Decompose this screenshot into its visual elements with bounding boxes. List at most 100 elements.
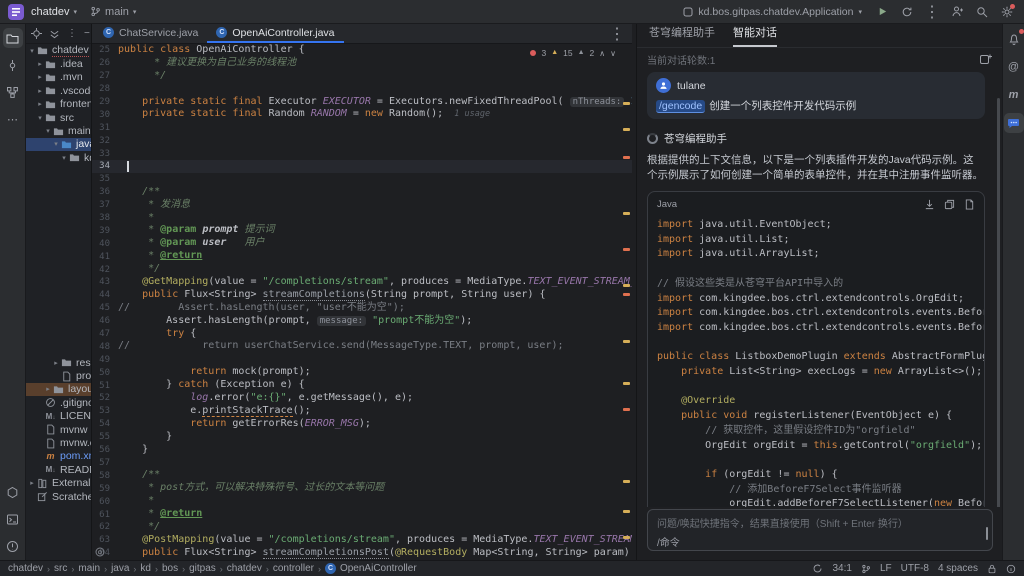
- editor-line-33[interactable]: 33: [92, 147, 632, 160]
- editor-line-41[interactable]: 41 * @return: [92, 250, 632, 263]
- chevron-right-icon[interactable]: ▸: [36, 60, 44, 68]
- error-stripe-mark[interactable]: [623, 340, 630, 343]
- editor-line-56[interactable]: 56 }: [92, 444, 632, 457]
- tree-item-scratches-and-consoles[interactable]: Scratches and Consoles: [26, 490, 91, 503]
- error-stripe-mark[interactable]: [623, 293, 630, 296]
- chat-area[interactable]: tulane /gencode创建一个列表控件开发代码示例 苍穹编程助手 根据提…: [637, 70, 1003, 507]
- collapse-all-icon[interactable]: [49, 28, 60, 39]
- error-stripe-mark[interactable]: [623, 408, 630, 411]
- breadcrumb-item[interactable]: kd: [140, 563, 151, 574]
- line-number[interactable]: 39: [92, 226, 118, 236]
- tree-item-readme-md[interactable]: M↓README.md: [26, 463, 91, 476]
- error-stripe-mark[interactable]: [623, 128, 630, 131]
- editor-line-57[interactable]: 57: [92, 457, 632, 470]
- error-stripe-mark[interactable]: [623, 382, 630, 385]
- breadcrumb-item[interactable]: OpenAiController: [340, 563, 417, 574]
- error-stripe-mark[interactable]: [623, 480, 630, 483]
- notifications-icon[interactable]: [1004, 29, 1024, 49]
- editor-line-31[interactable]: 31: [92, 121, 632, 134]
- tree-item-frontend[interactable]: ▸frontend: [26, 98, 91, 111]
- line-number[interactable]: 29: [92, 97, 118, 107]
- line-number[interactable]: 25: [92, 45, 118, 55]
- line-number[interactable]: 30: [92, 110, 118, 120]
- editor-line-54[interactable]: 54 return getErrorRes(ERROR_MSG);: [92, 418, 632, 431]
- error-stripe[interactable]: [620, 44, 632, 560]
- tree-item-mvnw-cmd[interactable]: mvnw.cmd: [26, 436, 91, 449]
- line-number[interactable]: 54: [92, 419, 118, 429]
- tree-item-kd[interactable]: ▾kd: [26, 151, 91, 164]
- line-number[interactable]: 38: [92, 213, 118, 223]
- project-tool-icon[interactable]: [3, 28, 23, 48]
- tree-item-resources[interactable]: ▸resources: [26, 356, 91, 369]
- new-file-icon[interactable]: [964, 199, 975, 210]
- error-stripe-mark[interactable]: [623, 536, 630, 539]
- editor-line-48[interactable]: 48// return userChatService.send(Message…: [92, 340, 632, 353]
- maven-tool-icon[interactable]: m: [1004, 85, 1024, 105]
- breadcrumb-item[interactable]: java: [111, 563, 129, 574]
- line-number[interactable]: 60: [92, 497, 118, 507]
- breadcrumb-item[interactable]: chatdev: [8, 563, 43, 574]
- chevron-right-icon[interactable]: ▸: [36, 73, 44, 81]
- chevron-down-icon[interactable]: ▾: [28, 47, 36, 55]
- tree-item-mvnw[interactable]: mvnw: [26, 423, 91, 436]
- line-number[interactable]: 56: [92, 445, 118, 455]
- hide-panel-icon[interactable]: −: [84, 28, 90, 39]
- chevron-down-icon[interactable]: ▾: [60, 154, 68, 162]
- line-number[interactable]: 41: [92, 252, 118, 262]
- line-number[interactable]: 51: [92, 381, 118, 391]
- tree-item--idea[interactable]: ▸.idea: [26, 57, 91, 70]
- line-number[interactable]: 62: [92, 522, 118, 532]
- line-number[interactable]: 34: [92, 161, 118, 171]
- line-number[interactable]: 58: [92, 471, 118, 481]
- editor-line-30[interactable]: 30 private static final Random RANDOM = …: [92, 108, 632, 121]
- editor-line-46[interactable]: 46 Assert.hasLength(prompt, message: "pr…: [92, 315, 632, 328]
- generated-code[interactable]: import java.util.EventObject;import java…: [648, 216, 984, 507]
- tree-item-pom-xml[interactable]: mpom.xml: [26, 450, 91, 463]
- editor-line-50[interactable]: 50 return mock(prompt);: [92, 366, 632, 379]
- ai-mentions-icon[interactable]: @: [1004, 57, 1024, 77]
- editor-line-35[interactable]: 35: [92, 173, 632, 186]
- line-number[interactable]: 43: [92, 277, 118, 287]
- gutter-action-icon[interactable]: [95, 547, 105, 557]
- commit-tool-icon[interactable]: [3, 55, 23, 75]
- editor-line-62[interactable]: 62 */: [92, 521, 632, 534]
- breadcrumb-item[interactable]: controller: [273, 563, 314, 574]
- breadcrumb-item[interactable]: bos: [162, 563, 178, 574]
- tab-assistant-home[interactable]: 苍穹编程助手: [649, 24, 715, 47]
- tree-item-java[interactable]: ▾java: [26, 138, 91, 151]
- error-stripe-mark[interactable]: [623, 212, 630, 215]
- line-number[interactable]: 48: [92, 342, 118, 352]
- editor-line-51[interactable]: 51 } catch (Exception e) {: [92, 379, 632, 392]
- line-number[interactable]: 35: [92, 174, 118, 184]
- add-user-button[interactable]: [948, 3, 966, 21]
- editor-line-63[interactable]: 63 @PostMapping(value = "/completions/st…: [92, 534, 632, 547]
- tree-item--gitignore[interactable]: .gitignore: [26, 396, 91, 409]
- error-stripe-mark[interactable]: [623, 156, 630, 159]
- tree-item--mvn[interactable]: ▸.mvn: [26, 71, 91, 84]
- editor-line-60[interactable]: 60 *: [92, 495, 632, 508]
- line-number[interactable]: 32: [92, 136, 118, 146]
- settings-icon[interactable]: [998, 3, 1016, 21]
- line-number[interactable]: 55: [92, 432, 118, 442]
- assistant-tool-icon[interactable]: [1004, 113, 1024, 133]
- chevron-right-icon[interactable]: ▸: [44, 385, 52, 393]
- git-widget-icon[interactable]: [861, 564, 871, 574]
- line-number[interactable]: 50: [92, 368, 118, 378]
- branch-selector[interactable]: main ▾: [90, 6, 136, 18]
- line-number[interactable]: 37: [92, 200, 118, 210]
- editor-line-43[interactable]: 43 @GetMapping(value = "/completions/str…: [92, 276, 632, 289]
- editor-line-36[interactable]: 36 /**: [92, 186, 632, 199]
- editor-line-47[interactable]: 47 try {: [92, 328, 632, 341]
- line-number[interactable]: 52: [92, 393, 118, 403]
- insert-code-icon[interactable]: [924, 199, 935, 210]
- chevron-down-icon[interactable]: ▾: [44, 127, 52, 135]
- line-number[interactable]: 63: [92, 535, 118, 545]
- editor-line-58[interactable]: 58 /**: [92, 469, 632, 482]
- line-number[interactable]: 27: [92, 71, 118, 81]
- line-number[interactable]: 36: [92, 187, 118, 197]
- editor-line-42[interactable]: 42 */: [92, 263, 632, 276]
- build-tool-icon[interactable]: [3, 482, 23, 502]
- run-config-selector[interactable]: kd.bos.gitpas.chatdev.Application ▾: [683, 6, 862, 18]
- file-encoding[interactable]: UTF-8: [901, 563, 929, 574]
- line-number[interactable]: 57: [92, 458, 118, 468]
